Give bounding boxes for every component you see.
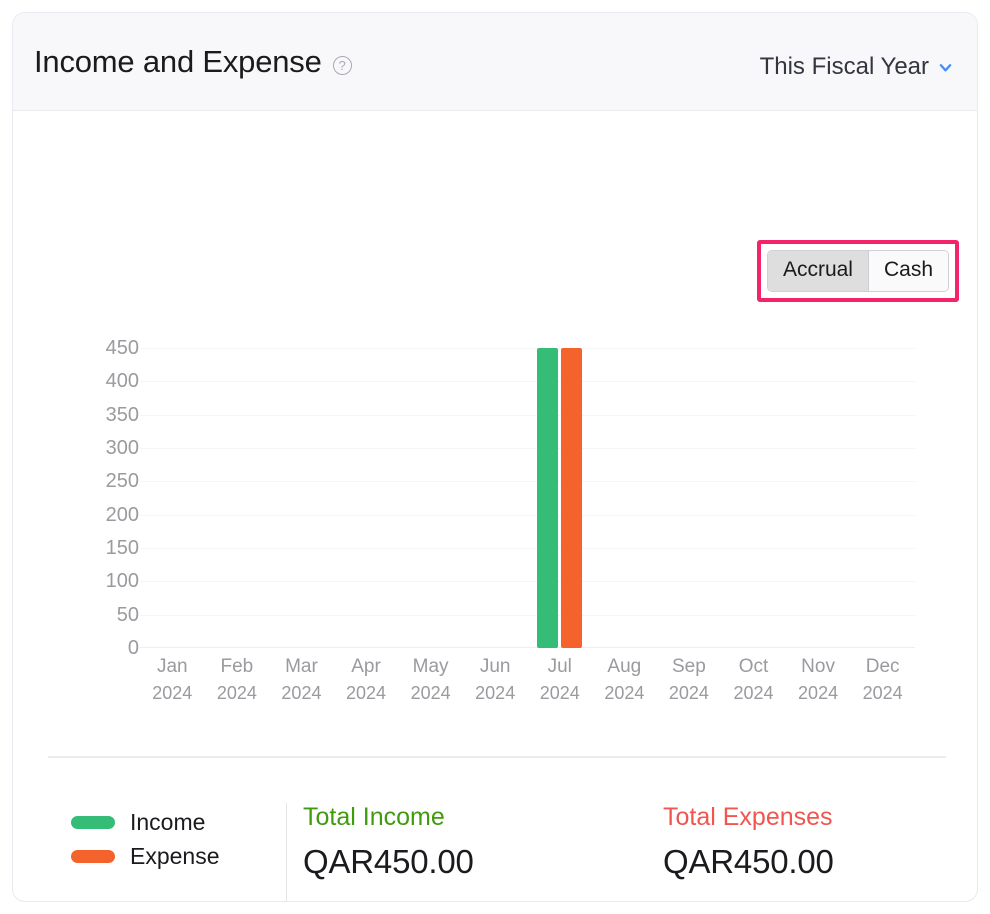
chart-gridline <box>140 548 915 549</box>
x-tick-year: 2024 <box>527 680 592 706</box>
chart-gridline <box>140 581 915 582</box>
y-axis-tick-label: 50 <box>117 605 139 625</box>
x-axis-tick-label: Jan 2024 <box>140 654 205 706</box>
chart-bar-income[interactable] <box>537 348 558 648</box>
total-expenses-value: QAR450.00 <box>663 839 834 885</box>
x-axis-tick-label: Mar 2024 <box>269 654 334 706</box>
period-selector[interactable]: This Fiscal Year <box>760 53 953 81</box>
x-tick-year: 2024 <box>398 680 463 706</box>
summary-divider <box>48 756 946 758</box>
question-mark-circle-icon[interactable]: ? <box>333 56 352 75</box>
card-header: Income and Expense ? This Fiscal Year <box>13 13 977 111</box>
chart-gridline <box>140 481 915 482</box>
x-axis-tick-label: May 2024 <box>398 654 463 706</box>
period-selector-label: This Fiscal Year <box>760 53 929 81</box>
x-tick-year: 2024 <box>334 680 399 706</box>
accounting-basis-highlight: Accrual Cash <box>757 240 959 302</box>
title-group: Income and Expense ? <box>34 43 352 81</box>
y-axis-tick-label: 0 <box>128 638 139 658</box>
legend-swatch-expense <box>71 850 115 863</box>
x-axis-tick-label: Sep 2024 <box>657 654 722 706</box>
y-axis-tick-label: 250 <box>106 471 139 491</box>
x-axis-tick-label: Jun 2024 <box>463 654 528 706</box>
y-axis-tick-label: 300 <box>106 438 139 458</box>
chart-baseline <box>140 647 915 648</box>
cash-toggle-button[interactable]: Cash <box>869 251 948 291</box>
legend-label: Expense <box>130 845 220 868</box>
x-tick-year: 2024 <box>657 680 722 706</box>
x-tick-year: 2024 <box>592 680 657 706</box>
x-tick-month: Apr <box>351 656 381 677</box>
x-tick-year: 2024 <box>140 680 205 706</box>
y-axis-tick-label: 100 <box>106 571 139 591</box>
chart-gridline <box>140 615 915 616</box>
y-axis-tick-label: 150 <box>106 538 139 558</box>
total-income-label: Total Income <box>303 801 474 833</box>
x-tick-year: 2024 <box>786 680 851 706</box>
x-axis-tick-label: Jul 2024 <box>527 654 592 706</box>
chart-plot-area <box>140 348 915 648</box>
accrual-toggle-button[interactable]: Accrual <box>768 251 869 291</box>
x-tick-month: Nov <box>801 656 835 677</box>
y-axis-tick-label: 400 <box>106 371 139 391</box>
chart-legend: Income Expense <box>71 811 220 879</box>
x-tick-month: Dec <box>866 656 900 677</box>
x-tick-month: Mar <box>285 656 318 677</box>
total-expenses-block: Total Expenses QAR450.00 <box>663 801 834 885</box>
total-income-block: Total Income QAR450.00 <box>303 801 474 885</box>
x-tick-month: Jul <box>548 656 572 677</box>
x-axis-tick-label: Aug 2024 <box>592 654 657 706</box>
accounting-basis-toggle[interactable]: Accrual Cash <box>767 250 949 292</box>
legend-label: Income <box>130 811 205 834</box>
x-tick-year: 2024 <box>850 680 915 706</box>
x-tick-month: May <box>413 656 449 677</box>
x-tick-year: 2024 <box>463 680 528 706</box>
y-axis-tick-label: 450 <box>106 338 139 358</box>
x-axis-tick-label: Apr 2024 <box>334 654 399 706</box>
x-tick-year: 2024 <box>721 680 786 706</box>
x-tick-year: 2024 <box>205 680 270 706</box>
total-income-value: QAR450.00 <box>303 839 474 885</box>
x-tick-month: Jun <box>480 656 511 677</box>
x-tick-month: Oct <box>739 656 769 677</box>
x-tick-month: Feb <box>220 656 253 677</box>
x-tick-month: Aug <box>607 656 641 677</box>
chart-gridline <box>140 415 915 416</box>
x-axis-tick-label: Oct 2024 <box>721 654 786 706</box>
total-expenses-label: Total Expenses <box>663 801 834 833</box>
chart-gridline <box>140 381 915 382</box>
x-axis-tick-label: Nov 2024 <box>786 654 851 706</box>
y-axis-tick-label: 200 <box>106 505 139 525</box>
income-expense-card: Income and Expense ? This Fiscal Year Ac… <box>12 12 978 902</box>
x-tick-month: Sep <box>672 656 706 677</box>
income-expense-chart: 0 50 100 150 200 250 300 350 400 450 Jan 2024 Feb 20… <box>13 329 978 719</box>
x-axis-tick-label: Dec 2024 <box>850 654 915 706</box>
chart-gridline <box>140 348 915 349</box>
chart-x-axis: Jan 2024 Feb 2024 Mar 2024 Apr 2024 May 2024 Jun 20… <box>140 654 915 706</box>
chart-gridline <box>140 448 915 449</box>
summary-vertical-separator <box>286 803 287 901</box>
x-tick-month: Jan <box>157 656 188 677</box>
chart-bar-expense[interactable] <box>561 348 582 648</box>
x-tick-year: 2024 <box>269 680 334 706</box>
chart-gridline <box>140 515 915 516</box>
summary-section: Income Expense Total Income QAR450.00 Tot… <box>13 801 978 902</box>
legend-swatch-income <box>71 816 115 829</box>
chevron-down-icon <box>938 60 953 75</box>
page-title: Income and Expense <box>34 43 322 81</box>
y-axis-tick-label: 350 <box>106 405 139 425</box>
legend-item[interactable]: Expense <box>71 845 220 868</box>
card-body: Accrual Cash 0 50 100 150 200 250 300 350 400 450… <box>13 111 977 901</box>
legend-item[interactable]: Income <box>71 811 220 834</box>
x-axis-tick-label: Feb 2024 <box>205 654 270 706</box>
